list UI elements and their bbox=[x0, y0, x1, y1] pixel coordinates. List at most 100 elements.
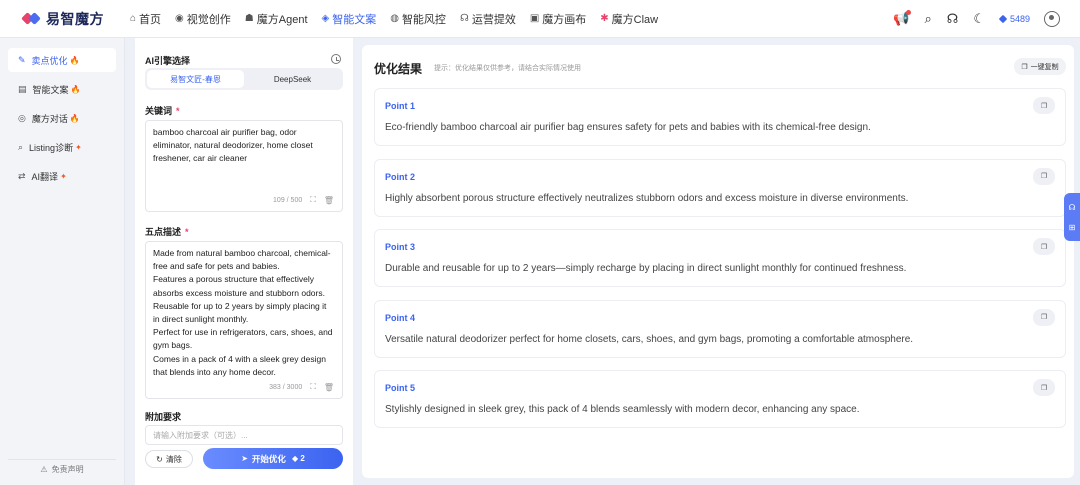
credits-balance[interactable]: 5489 bbox=[998, 14, 1030, 24]
chat-icon: ◎ bbox=[18, 112, 26, 123]
top-right-tools: 📢 ⌕ ☊ ☾ 5489 bbox=[878, 0, 1060, 38]
document-icon: ▤ bbox=[18, 83, 27, 94]
headphones-icon[interactable]: ☊ bbox=[947, 11, 959, 27]
fire-icon: 🔥 bbox=[69, 55, 80, 65]
nav-item-label: 视觉创作 bbox=[186, 13, 231, 26]
keywords-label-text: 关键词 bbox=[145, 106, 173, 116]
bullets-text: Made from natural bamboo charcoal, chemi… bbox=[153, 248, 333, 377]
keywords-textarea[interactable]: bamboo charcoal air purifier bag, odor e… bbox=[145, 120, 343, 212]
required-mark: * bbox=[176, 106, 180, 116]
point-card: Point 1 Eco-friendly bamboo charcoal air … bbox=[374, 88, 1066, 146]
trash-icon[interactable]: 🗑 bbox=[324, 196, 334, 205]
nav-item-label: 魔方画布 bbox=[542, 13, 587, 26]
diagnose-icon: ⌕ bbox=[18, 141, 24, 152]
nav-item-2[interactable]: ☗ 魔方Agent bbox=[245, 11, 308, 27]
point-card: Point 3 Durable and reusable for up to 2 … bbox=[374, 229, 1066, 287]
copy-all-button[interactable]: ❐ 一键复制 bbox=[1014, 58, 1066, 75]
point-label: Point 4 bbox=[385, 312, 416, 323]
nav-item-7[interactable]: ✱ 魔方Claw bbox=[600, 11, 658, 27]
copy-point-button[interactable]: ❐ bbox=[1033, 167, 1055, 185]
translate-icon: ⇄ bbox=[18, 170, 26, 181]
input-panel: AI引擎选择 易智文匠-春恩 DeepSeek 关键词 * bamboo char… bbox=[135, 38, 353, 485]
main-nav: ⌂ 首页 ◉ 视觉创作 ☗ 魔方Agent ◈ 智能文案 ◍ 智能风控 ☊ 运营提效 ▣ 魔方画布 ✱ 魔方C… bbox=[130, 11, 672, 27]
headset-icon: ☊ bbox=[459, 13, 469, 24]
user-avatar[interactable] bbox=[1044, 11, 1060, 27]
eye-icon: ◉ bbox=[175, 13, 184, 24]
history-clock-icon[interactable] bbox=[331, 54, 341, 64]
shield-icon: ◈ bbox=[321, 13, 330, 24]
claw-icon: ✱ bbox=[600, 13, 609, 24]
headset-icon: ☊ bbox=[1068, 202, 1076, 212]
nav-item-0[interactable]: ⌂ 首页 bbox=[130, 11, 161, 27]
engine-option-yizhi[interactable]: 易智文匠-春恩 bbox=[147, 70, 244, 88]
nav-item-1[interactable]: ◉ 视觉创作 bbox=[175, 11, 231, 27]
send-icon: ➤ bbox=[241, 454, 248, 463]
extra-requirements-input[interactable]: 请输入附加要求（可选）... bbox=[145, 425, 343, 445]
copy-point-button[interactable]: ❐ bbox=[1033, 97, 1055, 114]
diamond-icon bbox=[998, 14, 1008, 24]
brand-logo[interactable]: 易智魔方 bbox=[21, 9, 122, 29]
trash-icon[interactable]: 🗑 bbox=[324, 383, 334, 392]
sidebar-item-3[interactable]: ⌕ Listing诊断 ✦ bbox=[8, 135, 116, 159]
bullets-char-count: 383 / 3000 bbox=[269, 383, 303, 391]
sidebar-list: ✎ 卖点优化 🔥 ▤ 智能文案 🔥 ◎ 魔方对话 🔥 ⌕ Listing诊断 ✦ ⇄ AI翻译 ✦ bbox=[0, 48, 124, 188]
robot-icon: ☗ bbox=[244, 13, 254, 24]
extra-label: 附加要求 bbox=[145, 412, 182, 422]
point-card: Point 2 Highly absorbent porous structure… bbox=[374, 158, 1066, 217]
bullets-meta: 383 / 3000 ⛶ 🗑 bbox=[269, 382, 334, 392]
cost-badge: ◆ 2 bbox=[291, 454, 305, 463]
grid-icon: ⊞ bbox=[1068, 222, 1076, 232]
point-card: Point 5 Stylishly designed in sleek grey,… bbox=[374, 370, 1066, 428]
engine-switch: 易智文匠-春恩 DeepSeek bbox=[145, 68, 343, 90]
moon-icon[interactable]: ☾ bbox=[973, 11, 985, 27]
home-icon: ⌂ bbox=[130, 13, 137, 24]
nav-item-4[interactable]: ◍ 智能风控 bbox=[390, 11, 446, 27]
expand-icon[interactable]: ⛶ bbox=[310, 195, 316, 205]
point-text: Stylishly designed in sleek grey, this p… bbox=[385, 404, 860, 415]
fire-icon: 🔥 bbox=[70, 84, 81, 94]
point-card: Point 4 Versatile natural deodorizer perf… bbox=[374, 299, 1066, 358]
point-text: Highly absorbent porous structure effect… bbox=[385, 192, 909, 204]
expand-icon[interactable]: ⛶ bbox=[310, 382, 316, 392]
copy-icon: ❐ bbox=[1021, 63, 1028, 71]
point-text: Eco-friendly bamboo charcoal air purifie… bbox=[385, 122, 871, 133]
sidebar-item-4[interactable]: ⇄ AI翻译 ✦ bbox=[8, 164, 116, 188]
nav-item-5[interactable]: ☊ 运营提效 bbox=[460, 11, 516, 27]
disclaimer-link[interactable]: ⚠ 免责声明 bbox=[8, 459, 116, 479]
clear-button[interactable]: ↻ 清除 bbox=[145, 450, 193, 468]
copy-point-button[interactable]: ❐ bbox=[1033, 379, 1055, 396]
nav-item-label: 魔方Agent bbox=[256, 13, 308, 26]
edit-icon: ✎ bbox=[18, 54, 26, 65]
top-navbar: 易智魔方 ⌂ 首页 ◉ 视觉创作 ☗ 魔方Agent ◈ 智能文案 ◍ 智能风控 ☊ 运营提效 ▣ 魔方画… bbox=[0, 0, 1080, 38]
sidebar-item-1[interactable]: ▤ 智能文案 🔥 bbox=[8, 77, 116, 101]
sidebar-item-2[interactable]: ◎ 魔方对话 🔥 bbox=[8, 106, 116, 130]
bullets-label-text: 五点描述 bbox=[145, 227, 182, 237]
start-optimize-button[interactable]: ➤ 开始优化 ◆ 2 bbox=[203, 448, 343, 469]
copy-point-button[interactable]: ❐ bbox=[1033, 238, 1055, 255]
search-icon[interactable]: ⌕ bbox=[924, 11, 931, 27]
floating-support-widget[interactable]: ☊ ⊞ bbox=[1064, 193, 1080, 241]
results-hint: 提示：优化结果仅供参考，请结合实际情况使用 bbox=[434, 65, 581, 72]
notification-dot bbox=[906, 10, 912, 15]
nav-item-label: 首页 bbox=[139, 13, 162, 26]
nav-item-6[interactable]: ▣ 魔方画布 bbox=[530, 11, 586, 27]
keywords-label: 关键词 * bbox=[145, 104, 180, 117]
required-mark: * bbox=[185, 227, 189, 237]
nav-item-3[interactable]: ◈ 智能文案 bbox=[322, 11, 377, 27]
results-title: 优化结果 bbox=[374, 62, 423, 76]
results-panel: 优化结果 提示：优化结果仅供参考，请结合实际情况使用 ❐ 一键复制 Point … bbox=[362, 45, 1074, 478]
keywords-char-count: 109 / 500 bbox=[273, 196, 303, 204]
bullets-label: 五点描述 * bbox=[145, 225, 189, 238]
megaphone-icon[interactable]: 📢 bbox=[893, 10, 912, 27]
copy-point-button[interactable]: ❐ bbox=[1033, 308, 1055, 326]
sidebar-item-label: 魔方对话 bbox=[31, 113, 68, 124]
point-text: Durable and reusable for up to 2 years—s… bbox=[385, 263, 907, 274]
disclaimer-label: 免责声明 bbox=[51, 465, 84, 474]
keywords-meta: 109 / 500 ⛶ 🗑 bbox=[273, 195, 334, 205]
bullets-textarea[interactable]: Made from natural bamboo charcoal, chemi… bbox=[145, 241, 343, 399]
sidebar-item-label: AI翻译 bbox=[31, 171, 59, 182]
sparkle-icon: ✦ bbox=[75, 142, 82, 152]
engine-option-deepseek[interactable]: DeepSeek bbox=[244, 70, 341, 88]
sidebar-item-0[interactable]: ✎ 卖点优化 🔥 bbox=[8, 48, 116, 72]
keywords-text: bamboo charcoal air purifier bag, odor e… bbox=[153, 127, 313, 164]
